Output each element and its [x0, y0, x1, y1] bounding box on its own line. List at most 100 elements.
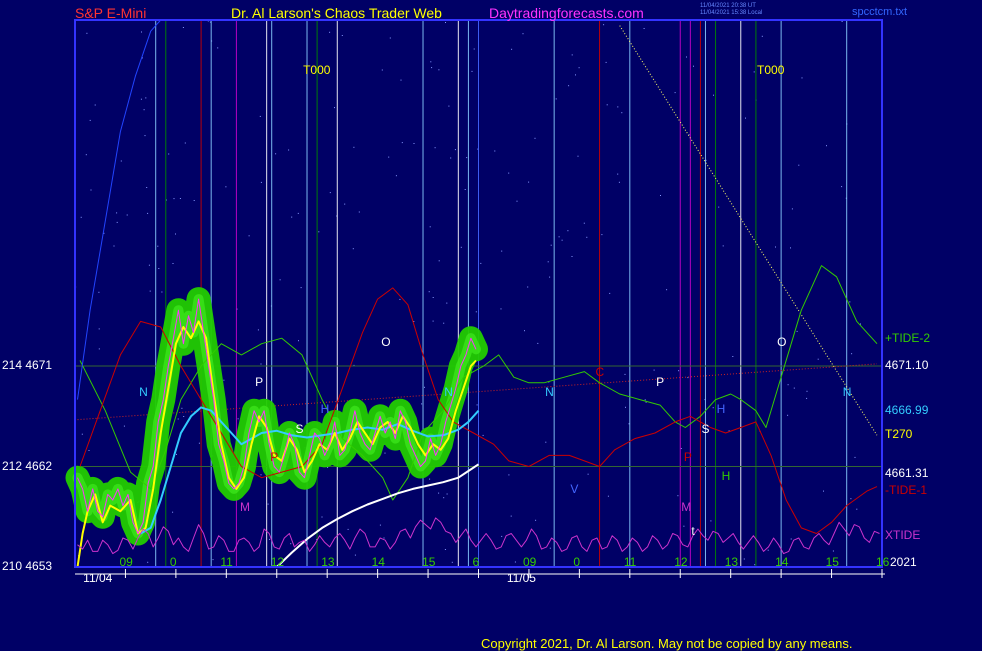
y-axis-label: 212 4662	[2, 458, 53, 473]
letter-marker: S	[295, 421, 304, 436]
star-dot	[841, 186, 843, 188]
star-dot	[147, 561, 149, 563]
star-dot	[567, 230, 569, 232]
star-dot	[753, 71, 755, 73]
letter-marker: O	[381, 334, 391, 349]
star-dot	[680, 448, 682, 449]
star-dot	[501, 250, 503, 252]
star-dot	[587, 473, 589, 475]
star-dot	[754, 564, 756, 566]
star-dot	[388, 156, 390, 158]
star-dot	[450, 157, 452, 159]
star-dot	[732, 356, 734, 357]
star-dot	[609, 292, 611, 294]
star-dot	[428, 291, 430, 293]
star-dot	[583, 222, 585, 224]
star-dot	[344, 203, 346, 205]
letter-marker: M	[681, 499, 692, 514]
star-dot	[443, 497, 445, 499]
star-dot	[451, 561, 453, 563]
star-dot	[577, 155, 579, 157]
star-dot	[643, 28, 645, 29]
star-dot	[158, 268, 160, 269]
star-dot	[389, 37, 391, 39]
star-dot	[354, 554, 356, 556]
star-dot	[173, 198, 175, 200]
star-dot	[384, 452, 386, 454]
letter-marker: N	[545, 384, 554, 399]
star-dot	[318, 231, 320, 233]
star-dot	[291, 216, 293, 218]
star-dot	[143, 109, 145, 111]
star-dot	[347, 528, 349, 530]
star-dot	[248, 235, 250, 237]
star-dot	[549, 276, 551, 278]
star-dot	[475, 311, 477, 313]
star-dot	[181, 407, 183, 409]
star-dot	[516, 200, 518, 202]
star-dot	[791, 208, 793, 210]
star-dot	[550, 244, 552, 246]
star-dot	[395, 175, 397, 177]
star-dot	[432, 297, 434, 298]
star-dot	[381, 69, 383, 71]
star-dot	[183, 416, 185, 417]
x-tick-label: 11	[220, 555, 233, 569]
letter-marker: P	[683, 449, 692, 464]
x-tick-label: 13	[724, 555, 739, 569]
star-dot	[225, 186, 227, 188]
x-tick-label: 09	[522, 555, 537, 569]
plot-background	[0, 0, 982, 650]
star-dot	[116, 212, 118, 214]
star-dot	[141, 31, 142, 33]
star-dot	[116, 221, 118, 223]
star-dot	[571, 256, 573, 257]
star-dot	[400, 79, 402, 81]
star-dot	[787, 384, 789, 386]
star-dot	[438, 69, 440, 71]
star-dot	[443, 322, 445, 324]
star-dot	[606, 104, 608, 106]
site-url-link[interactable]: Daytradingforecasts.com	[489, 5, 644, 21]
star-dot	[168, 153, 170, 155]
star-dot	[527, 286, 529, 288]
letter-marker: O	[777, 334, 787, 349]
star-dot	[260, 474, 262, 476]
star-dot	[85, 154, 87, 156]
letter-marker: H	[320, 401, 330, 416]
letter-marker: N	[444, 384, 453, 399]
timestamp-local: 11/04/2021 15:38 Local	[700, 10, 763, 16]
star-dot	[444, 549, 446, 550]
star-dot	[179, 198, 181, 199]
star-dot	[476, 404, 478, 406]
star-dot	[832, 550, 834, 552]
star-dot	[98, 328, 100, 330]
star-dot	[466, 157, 468, 159]
star-dot	[743, 558, 745, 560]
star-dot	[660, 195, 661, 196]
star-dot	[217, 47, 219, 49]
star-dot	[358, 211, 360, 213]
star-dot	[761, 35, 763, 37]
star-dot	[298, 340, 299, 342]
star-dot	[145, 97, 147, 99]
star-dot	[88, 450, 90, 451]
star-dot	[260, 181, 262, 183]
star-dot	[524, 330, 525, 332]
star-dot	[555, 98, 557, 100]
star-dot	[494, 150, 496, 152]
star-dot	[854, 456, 856, 458]
star-dot	[686, 56, 687, 58]
star-dot	[787, 414, 789, 416]
x-tick-label: 12	[270, 555, 285, 569]
letter-marker: N	[139, 384, 148, 399]
star-dot	[508, 172, 510, 174]
letter-marker: t	[691, 524, 695, 539]
star-dot	[793, 387, 795, 389]
star-dot	[624, 373, 626, 375]
letter-marker: H	[721, 468, 731, 483]
star-dot	[290, 543, 292, 545]
star-dot	[297, 212, 299, 214]
star-dot	[578, 67, 580, 69]
star-dot	[89, 119, 91, 121]
